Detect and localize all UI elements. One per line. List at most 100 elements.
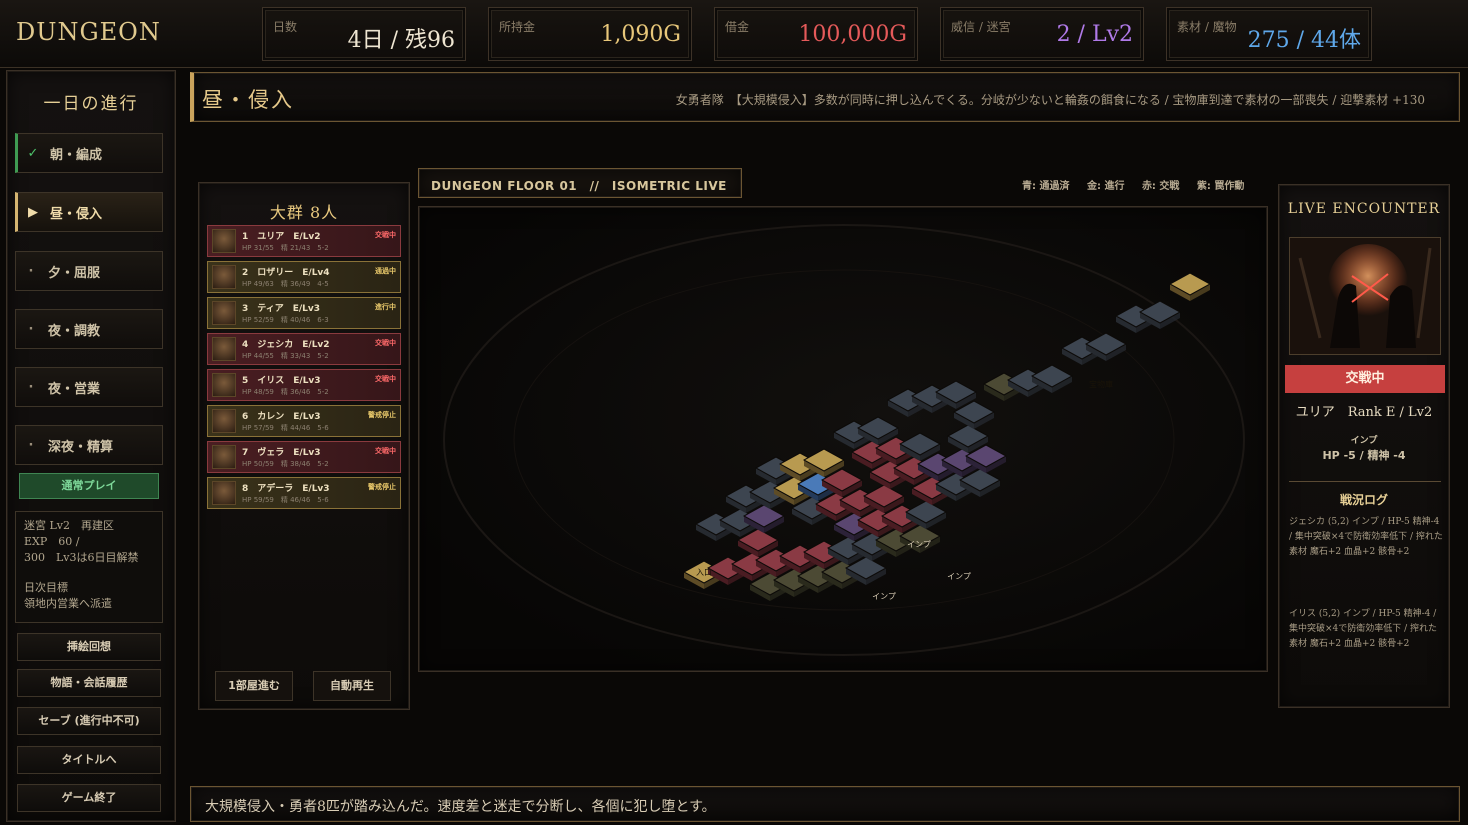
encounter-status: 交戦中 [1285, 365, 1445, 393]
battle-log-entry: ジェシカ (5,2) インプ / HP-5 精神-4 / 集中突破×4で防衛効率… [1289, 517, 1443, 557]
hero-portrait [212, 409, 236, 433]
hero-portrait [212, 301, 236, 325]
hero-portrait [212, 265, 236, 289]
legend-passed: 青: 通過済 [1022, 181, 1070, 192]
info-line: 日次目標 [24, 581, 68, 594]
battle-log-entry: イリス (5,2) インプ / HP-5 精神-4 / 集中突破×4で防衛効率低… [1289, 609, 1438, 649]
legend-trap: 紫: 罠作動 [1196, 181, 1245, 192]
save-button[interactable]: セーブ (進行中不可) [17, 707, 161, 735]
message-text: 大規模侵入・勇者8匹が踏み込んだ。速度差と迷走で分断し、各個に犯し堕とす。 [205, 799, 716, 815]
phase-label: 夕・屈服 [48, 265, 101, 281]
hero-stats: HP 59/59 精 46/46 5-6 [242, 496, 329, 504]
stat-materials-monsters: 素材 / 魔物 275 / 44体 [1166, 7, 1372, 61]
phase-description: 女勇者隊 【大規模侵入】多数が同時に押し込んでくる。分岐が少ないと輪姦の餌食にな… [675, 93, 1425, 107]
hero-status: 交戦中 [375, 339, 396, 347]
hero-stats: HP 44/55 精 33/43 5-2 [242, 352, 329, 360]
phase-label: 夜・営業 [48, 381, 101, 397]
hero-row[interactable]: 3 ティア E/Lv3 HP 52/59 精 40/46 6-3 進行中 [207, 297, 401, 329]
hero-row[interactable]: 5 イリス E/Lv3 HP 48/59 精 36/46 5-2 交戦中 [207, 369, 401, 401]
legend-combat: 赤: 交戦 [1141, 181, 1180, 192]
hero-name: 3 ティア E/Lv3 [242, 304, 321, 314]
phase-label: 深夜・精算 [48, 439, 114, 455]
title-button[interactable]: タイトルへ [17, 746, 161, 774]
hero-row[interactable]: 2 ロザリー E/Lv4 HP 49/63 精 36/49 4-5 通過中 [207, 261, 401, 293]
story-log-button[interactable]: 物語・会話履歴 [17, 669, 161, 697]
treasure-room-label: 宝物庫 [1089, 379, 1113, 389]
hero-name: 2 ロザリー E/Lv4 [242, 268, 330, 278]
phase-title: 昼・侵入 [202, 88, 294, 112]
encounter-title: LIVE ENCOUNTER [1287, 201, 1441, 217]
stat-value: 2 / Lv2 [1056, 22, 1133, 47]
gallery-button[interactable]: 挿絵回想 [17, 633, 161, 661]
info-line: 迷宮 Lv2 再建区 [24, 519, 115, 532]
phase-midnight-button[interactable]: · 深夜・精算 [15, 425, 163, 465]
hero-name: 8 アデーラ E/Lv3 [242, 484, 330, 494]
stat-value: 100,000G [798, 22, 907, 47]
hero-row[interactable]: 4 ジェシカ E/Lv2 HP 44/55 精 33/43 5-2 交戦中 [207, 333, 401, 365]
dungeon-map[interactable]: 入口 宝物庫 インプ インプ インプ [418, 206, 1268, 672]
hero-stats: HP 50/59 精 38/46 5-2 [242, 460, 329, 468]
hero-name: 5 イリス E/Lv3 [242, 376, 321, 386]
phase-night-business-button[interactable]: · 夜・営業 [15, 367, 163, 407]
stat-label: 威信 / 迷宮 [951, 20, 1011, 34]
stat-label: 素材 / 魔物 [1177, 20, 1237, 34]
hero-portrait [212, 481, 236, 505]
hero-status: 警戒停止 [368, 411, 396, 419]
phase-night-training-button[interactable]: · 夜・調教 [15, 309, 163, 349]
hero-name: 4 ジェシカ E/Lv2 [242, 340, 330, 350]
quit-button[interactable]: ゲーム終了 [17, 784, 161, 812]
stat-value: 4日 / 残96 [347, 28, 455, 53]
encounter-enemy: インプ [1350, 436, 1378, 446]
encounter-illustration [1289, 237, 1441, 355]
hero-row[interactable]: 7 ヴェラ E/Lv3 HP 50/59 精 38/46 5-2 交戦中 [207, 441, 401, 473]
hero-row[interactable]: 6 カレン E/Lv3 HP 57/59 精 44/46 5-6 警戒停止 [207, 405, 401, 437]
message-box: 大規模侵入・勇者8匹が踏み込んだ。速度差と迷走で分断し、各個に犯し堕とす。 [190, 786, 1460, 822]
step-room-button[interactable]: 1部屋進む [215, 671, 293, 701]
hero-name: 6 カレン E/Lv3 [242, 412, 321, 422]
phase-label: 夜・調教 [48, 323, 101, 339]
monster-label: インプ [907, 540, 931, 549]
monster-label: インプ [947, 572, 971, 581]
play-mode-badge: 通常プレイ [19, 473, 159, 499]
hero-status: 警戒停止 [368, 483, 396, 491]
hero-status: 交戦中 [375, 447, 396, 455]
hero-status: 進行中 [375, 303, 396, 311]
dot-icon: · [28, 263, 34, 279]
encounter-hero: ユリア Rank E / Lv2 [1295, 405, 1433, 420]
map-legend: 青: 通過済 金: 進行 赤: 交戦 紫: 罠作動 [1022, 177, 1258, 192]
auto-play-button[interactable]: 自動再生 [313, 671, 391, 701]
map-tab[interactable]: DUNGEON FLOOR 01 // ISOMETRIC LIVE [418, 168, 742, 198]
stat-label: 日数 [273, 20, 298, 34]
stat-days: 日数 4日 / 残96 [262, 7, 466, 61]
hero-stats: HP 48/59 精 36/46 5-2 [242, 388, 329, 396]
hero-name: 7 ヴェラ E/Lv3 [242, 448, 321, 458]
hero-stats: HP 31/55 精 21/43 5-2 [242, 244, 329, 252]
hero-portrait [212, 229, 236, 253]
day-progress-panel: 一日の進行 ✓ 朝・編成 ▶ 昼・侵入 · 夕・屈服 · 夜・調教 · 夜・営業… [6, 70, 176, 822]
top-bar: DUNGEON 日数 4日 / 残96 所持金 1,090G 借金 100,00… [0, 0, 1468, 68]
stat-value: 1,090G [600, 22, 681, 47]
encounter-damage: HP -5 / 精神 -4 [1322, 449, 1406, 462]
phase-label: 昼・侵入 [50, 206, 103, 222]
map-tab-label: DUNGEON FLOOR 01 // ISOMETRIC LIVE [431, 179, 727, 193]
phase-header: 昼・侵入 女勇者隊 【大規模侵入】多数が同時に押し込んでくる。分岐が少ないと輪姦… [190, 72, 1460, 122]
hero-stats: HP 57/59 精 44/46 5-6 [242, 424, 329, 432]
isometric-map-svg[interactable]: 入口宝物庫インプインプインプ [419, 207, 1269, 673]
phase-morning-button[interactable]: ✓ 朝・編成 [15, 133, 163, 173]
hero-status: 交戦中 [375, 375, 396, 383]
hero-squad-panel: 大群 8人 1 ユリア E/Lv2 HP 31/55 精 21/43 5-2 交戦中… [198, 182, 410, 710]
hero-row[interactable]: 1 ユリア E/Lv2 HP 31/55 精 21/43 5-2 交戦中 [207, 225, 401, 257]
hero-row[interactable]: 8 アデーラ E/Lv3 HP 59/59 精 46/46 5-6 警戒停止 [207, 477, 401, 509]
phase-label: 朝・編成 [50, 147, 103, 163]
day-progress-title: 一日の進行 [43, 94, 139, 114]
check-icon: ✓ [27, 145, 39, 161]
dot-icon: · [28, 437, 34, 453]
info-line: 300 Lv3は6日目解禁 [24, 551, 139, 564]
phase-evening-button[interactable]: · 夕・屈服 [15, 251, 163, 291]
monster-label: インプ [872, 592, 896, 601]
stat-label: 借金 [725, 20, 750, 34]
stat-label: 所持金 [499, 20, 536, 34]
dungeon-info-box: 迷宮 Lv2 再建区 EXP 60 / 300 Lv3は6日目解禁 日次目標 領… [15, 511, 163, 623]
entrance-label: 入口 [696, 568, 712, 577]
phase-noon-button[interactable]: ▶ 昼・侵入 [15, 192, 163, 232]
